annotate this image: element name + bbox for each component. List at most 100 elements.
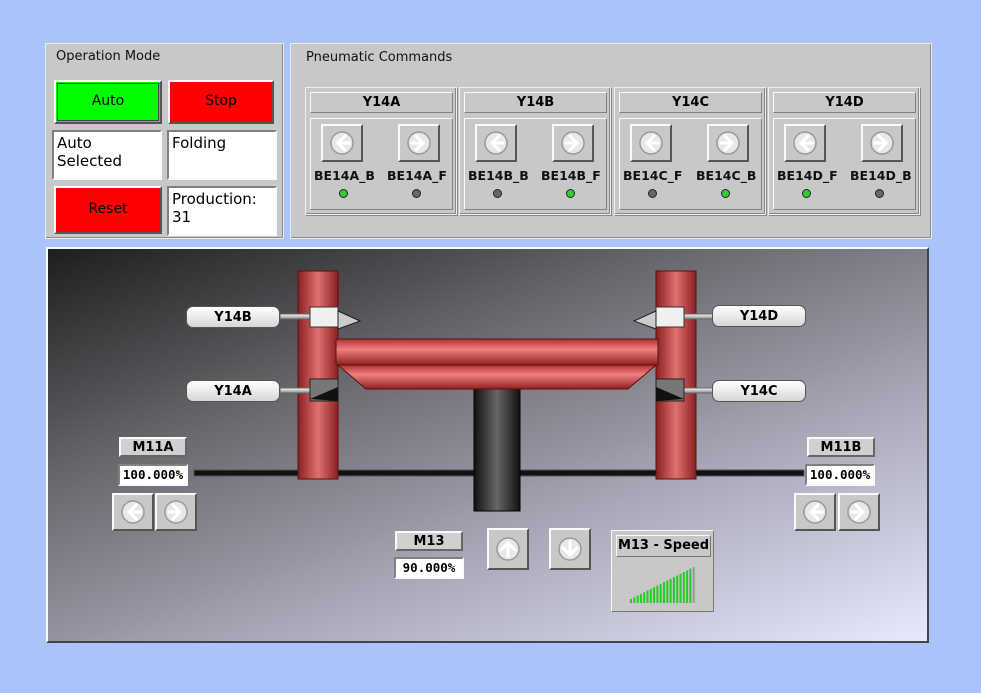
cylinder-label-y14b: Y14B	[186, 306, 280, 328]
y14c-right-button[interactable]	[707, 124, 749, 162]
y14d-rod	[683, 313, 715, 320]
reset-button[interactable]: Reset	[54, 186, 162, 234]
speed-gauge-bar	[692, 567, 695, 603]
cylinder-label-y14d: Y14D	[712, 305, 806, 327]
arrow-right-icon	[870, 131, 894, 155]
y14c-rod	[683, 387, 715, 394]
arrow-left-icon	[330, 131, 354, 155]
group-body-y14b: BE14B_B BE14B_F	[464, 118, 607, 210]
auto-button[interactable]: Auto	[54, 80, 162, 124]
m13-down-button[interactable]	[549, 528, 591, 570]
cylinder-label-y14a: Y14A	[186, 380, 280, 402]
pneumatic-commands-title: Pneumatic Commands	[306, 50, 453, 65]
arrow-right-icon	[164, 500, 188, 524]
speed-gauge-bar	[643, 592, 646, 603]
speed-gauge-bar	[646, 590, 649, 603]
pneumatic-group-y14a: Y14A BE14A_B BE14A_F	[305, 87, 457, 215]
motor-label-m11b: M11B	[807, 437, 875, 457]
folding-blade	[336, 364, 658, 390]
arrow-up-icon	[496, 537, 520, 561]
m11a-left-button[interactable]	[112, 493, 154, 531]
speed-gauge-bar	[676, 575, 679, 603]
status-led-be14c-f	[648, 189, 657, 198]
group-body-y14d: BE14D_F BE14D_B	[773, 118, 916, 210]
y14b-left-button[interactable]	[475, 124, 517, 162]
operation-mode-panel: Operation Mode Auto Stop Auto Selected F…	[45, 43, 284, 239]
arrow-right-icon	[847, 500, 871, 524]
speed-gauge-bar	[682, 572, 685, 603]
y14d-clamp	[655, 306, 685, 328]
y14d-right-button[interactable]	[861, 124, 903, 162]
speed-gauge-bar	[672, 577, 675, 603]
production-counter-box: Production: 31	[167, 186, 277, 236]
speed-gauge-bar	[649, 588, 652, 603]
motor-value-m11a: 100.000%	[118, 464, 188, 486]
m11b-left-button[interactable]	[794, 493, 836, 531]
speed-gauge-bar	[679, 573, 682, 603]
speed-gauge-bar	[663, 582, 665, 603]
right-frame	[655, 270, 697, 480]
y14d-jaw	[632, 310, 657, 330]
speed-gauge-bar	[666, 580, 669, 603]
pneumatic-group-y14c: Y14C BE14C_F BE14C_B	[614, 87, 766, 215]
motor-value-m13: 90.000%	[394, 557, 464, 579]
sensor-label-be14c-b: BE14C_B	[696, 168, 757, 183]
group-title-y14c: Y14C	[619, 92, 762, 113]
y14d-left-button[interactable]	[784, 124, 826, 162]
sensor-label-be14d-f: BE14D_F	[777, 168, 838, 183]
group-body-y14c: BE14C_F BE14C_B	[619, 118, 762, 210]
left-frame	[297, 270, 339, 480]
pneumatic-group-y14d: Y14D BE14D_F BE14D_B	[768, 87, 920, 215]
pneumatic-commands-panel: Pneumatic Commands Y14A BE14A_B BE14A_F …	[290, 43, 932, 239]
group-title-y14d: Y14D	[773, 92, 916, 113]
arrow-right-icon	[716, 131, 740, 155]
y14b-right-button[interactable]	[552, 124, 594, 162]
production-value: 31	[172, 208, 192, 226]
status-led-be14c-b	[721, 189, 730, 198]
mode-status-line1: Auto	[57, 134, 92, 152]
speed-gauge-bar	[639, 593, 642, 603]
arrow-left-icon	[803, 500, 827, 524]
arrow-left-icon	[121, 500, 145, 524]
m11b-right-button[interactable]	[838, 493, 880, 531]
process-state-text: Folding	[172, 134, 227, 152]
y14a-right-button[interactable]	[398, 124, 440, 162]
y14c-left-button[interactable]	[630, 124, 672, 162]
process-state-box: Folding	[167, 130, 277, 180]
speed-gauge-bar	[659, 583, 662, 603]
status-led-be14d-f	[802, 189, 811, 198]
arrow-left-icon	[639, 131, 663, 155]
sensor-label-be14c-f: BE14C_F	[623, 168, 683, 183]
y14b-jaw	[337, 310, 362, 330]
group-body-y14a: BE14A_B BE14A_F	[310, 118, 453, 210]
y14a-rod	[279, 387, 311, 394]
mode-status-line2: Selected	[57, 152, 123, 170]
group-title-y14b: Y14B	[464, 92, 607, 113]
group-title-y14a: Y14A	[310, 92, 453, 113]
speed-gauge-bar	[689, 568, 692, 603]
m13-speed-gauge	[630, 567, 695, 603]
y14b-clamp	[309, 306, 339, 328]
m13-speed-panel: M13 - Speed	[611, 530, 714, 612]
speed-gauge-bar	[653, 587, 656, 603]
speed-gauge-bar	[633, 597, 636, 603]
sensor-label-be14b-f: BE14B_F	[541, 168, 601, 183]
speed-gauge-bar	[636, 595, 639, 603]
status-led-be14d-b	[875, 189, 884, 198]
m13-speed-title: M13 - Speed	[616, 535, 711, 557]
sensor-label-be14b-b: BE14B_B	[468, 168, 529, 183]
sensor-label-be14d-b: BE14D_B	[850, 168, 912, 183]
arrow-right-icon	[561, 131, 585, 155]
m13-up-button[interactable]	[487, 528, 529, 570]
speed-gauge-bar	[656, 585, 659, 603]
speed-gauge-bar	[630, 599, 632, 603]
stop-button[interactable]: Stop	[168, 80, 274, 124]
speed-gauge-bar	[686, 570, 689, 603]
y14a-left-button[interactable]	[321, 124, 363, 162]
mode-status-box: Auto Selected	[52, 130, 162, 180]
status-led-be14b-f	[566, 189, 575, 198]
motor-value-m11b: 100.000%	[805, 464, 875, 486]
status-led-be14b-b	[493, 189, 502, 198]
m11a-right-button[interactable]	[155, 493, 197, 531]
pneumatic-group-y14b: Y14B BE14B_B BE14B_F	[459, 87, 611, 215]
